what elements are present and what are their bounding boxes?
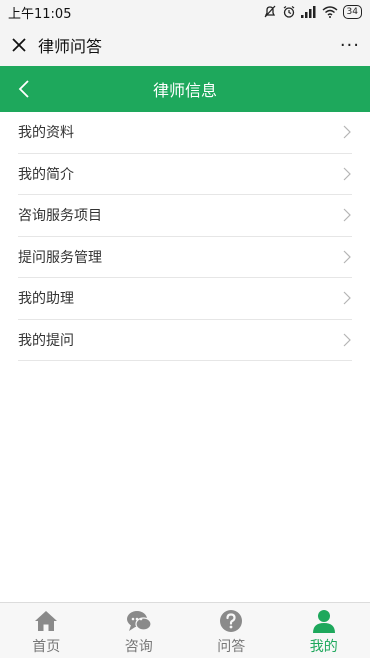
chat-icon <box>126 611 152 631</box>
chevron-right-icon <box>343 333 351 347</box>
menu-item-label: 咨询服务项目 <box>18 208 102 225</box>
menu-item-assistant[interactable]: 我的助理 <box>18 278 352 320</box>
status-icons: 34 <box>263 5 362 19</box>
tab-consult[interactable]: 咨询 <box>93 603 186 658</box>
wifi-icon <box>322 6 338 18</box>
tab-qa[interactable]: 问答 <box>185 603 278 658</box>
chevron-right-icon <box>343 291 351 305</box>
chevron-right-icon <box>343 208 351 222</box>
chevron-right-icon <box>343 250 351 264</box>
chevron-right-icon <box>343 167 351 181</box>
app-bar: 律师问答 ··· <box>0 24 370 66</box>
tab-mine[interactable]: 我的 <box>278 603 370 658</box>
home-icon <box>35 611 58 631</box>
question-icon <box>220 610 243 632</box>
tab-label: 问答 <box>217 639 246 655</box>
menu-item-label: 我的资料 <box>18 125 74 142</box>
back-icon[interactable] <box>14 78 36 100</box>
chevron-right-icon <box>343 125 351 139</box>
status-bar: 上午11:05 34 <box>0 0 370 24</box>
menu-list: 我的资料 我的简介 咨询服务项目 提问服务管理 我的助理 我的提问 <box>18 112 352 361</box>
menu-item-label: 我的提问 <box>18 332 74 349</box>
menu-item-intro[interactable]: 我的简介 <box>18 154 352 195</box>
menu-item-my-questions[interactable]: 我的提问 <box>18 320 352 361</box>
page-title: 律师信息 <box>152 81 217 100</box>
battery-icon: 34 <box>342 5 362 19</box>
user-icon <box>312 610 335 633</box>
more-icon[interactable]: ··· <box>340 35 360 56</box>
menu-item-question-management[interactable]: 提问服务管理 <box>18 237 352 278</box>
tab-bar: 首页 咨询 问答 我的 <box>0 602 370 658</box>
tab-label: 我的 <box>309 639 338 655</box>
tab-label: 首页 <box>32 639 61 655</box>
menu-item-label: 我的简介 <box>18 166 74 183</box>
menu-item-label: 提问服务管理 <box>18 249 102 266</box>
tab-label: 咨询 <box>124 639 153 655</box>
mute-icon <box>264 5 276 18</box>
app-title: 律师问答 <box>38 37 103 56</box>
status-time: 上午11:05 <box>8 6 72 22</box>
menu-item-consult-services[interactable]: 咨询服务项目 <box>18 195 352 237</box>
alarm-icon <box>283 6 294 18</box>
nav-bar: 律师信息 <box>0 66 370 112</box>
tab-home[interactable]: 首页 <box>0 603 93 658</box>
close-icon[interactable] <box>10 36 28 54</box>
menu-item-label: 我的助理 <box>18 291 74 308</box>
signal-icon <box>300 6 316 18</box>
menu-item-profile[interactable]: 我的资料 <box>18 112 352 154</box>
